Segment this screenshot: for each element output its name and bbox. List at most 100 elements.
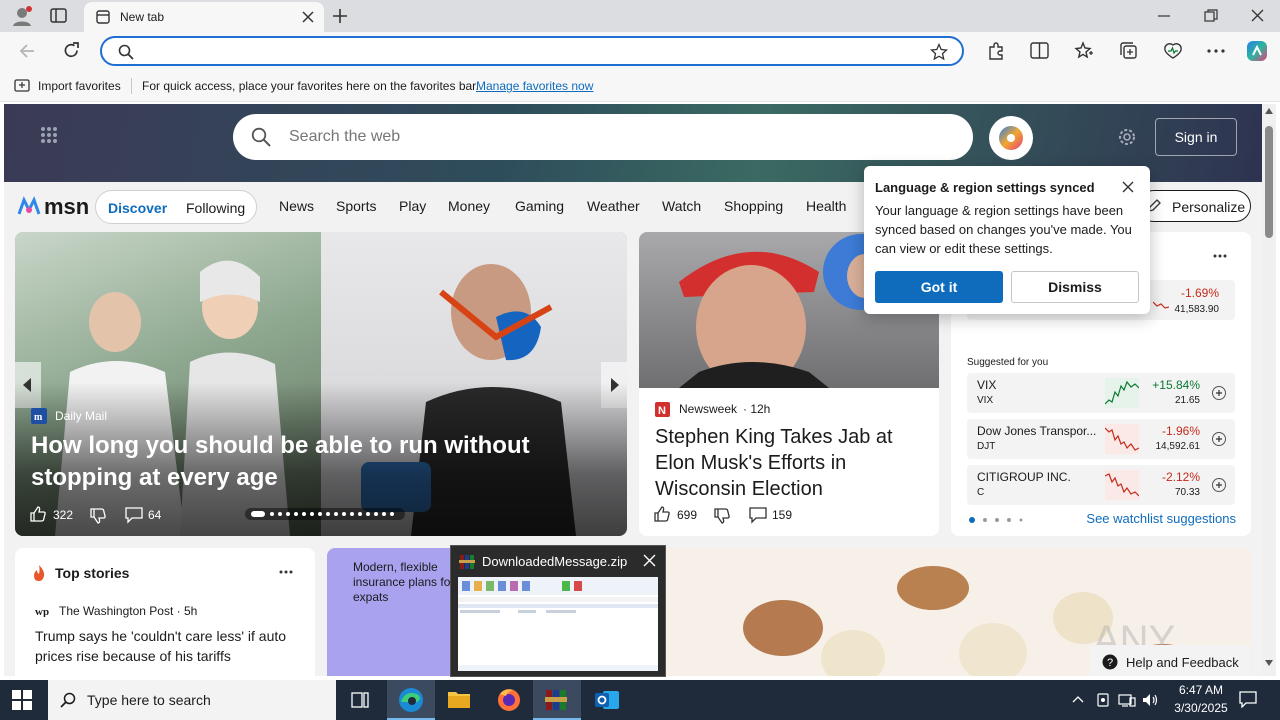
browser-essentials-icon[interactable] — [1163, 41, 1183, 61]
tab-actions-icon[interactable] — [50, 8, 68, 24]
see-watchlist-suggestions-link[interactable]: See watchlist suggestions — [1086, 511, 1236, 526]
page-scrollbar[interactable] — [1262, 104, 1276, 676]
extensions-icon[interactable] — [986, 41, 1006, 61]
index-change: -1.69% — [1180, 286, 1219, 300]
news-comments-count: 159 — [772, 508, 793, 522]
refresh-button[interactable] — [62, 41, 81, 60]
close-window-button[interactable] — [1251, 9, 1264, 22]
nav-health[interactable]: Health — [806, 198, 846, 214]
back-button[interactable] — [18, 42, 36, 60]
web-search-icon — [251, 127, 271, 147]
stock-row-djt[interactable]: Dow Jones Transpor... DJT -1.96% 14,592.… — [967, 419, 1235, 459]
copilot-icon[interactable] — [1245, 39, 1269, 63]
windows-start-icon[interactable] — [12, 690, 32, 710]
nav-watch[interactable]: Watch — [662, 198, 701, 214]
news-card-headline[interactable]: Stephen King Takes Jab at Elon Musk's Ef… — [655, 424, 925, 502]
stock-row-vix[interactable]: VIX VIX +15.84% 21.65 — [967, 373, 1235, 413]
network-icon[interactable] — [1118, 692, 1136, 708]
hero-like-icon[interactable] — [29, 505, 47, 523]
tab-new-tab[interactable]: New tab — [84, 2, 324, 32]
split-screen-icon[interactable] — [1030, 42, 1050, 60]
taskbar-file-explorer-icon[interactable] — [435, 680, 483, 720]
new-tab-page-icon — [96, 10, 110, 24]
taskbar-winrar-icon[interactable] — [533, 680, 581, 720]
web-search-box[interactable]: Search the web — [233, 114, 973, 160]
thumbnail-close-icon[interactable] — [643, 554, 656, 567]
stock-price: 21.65 — [1174, 395, 1200, 406]
scroll-down-icon[interactable] — [1265, 660, 1273, 666]
close-tab-icon[interactable] — [302, 11, 314, 23]
got-it-button[interactable]: Got it — [875, 271, 1003, 303]
watchlist-more-icon[interactable] — [1213, 254, 1227, 258]
watchlist-pager[interactable] — [969, 517, 1029, 523]
news-dislike-icon[interactable] — [713, 507, 731, 525]
help-feedback-label: Help and Feedback — [1126, 655, 1239, 670]
address-bar[interactable] — [100, 36, 964, 66]
msn-logo[interactable] — [16, 194, 42, 220]
add-favorite-star-icon[interactable] — [930, 43, 948, 61]
clock-time[interactable]: 6:47 AM — [1169, 683, 1233, 697]
add-to-watchlist-icon[interactable] — [1212, 478, 1226, 492]
settings-more-icon[interactable] — [1207, 49, 1225, 53]
minimize-button[interactable] — [1158, 10, 1170, 22]
profile-icon[interactable] — [10, 5, 34, 27]
import-favorites-button[interactable]: Import favorites — [38, 79, 121, 93]
tray-chevron-icon[interactable] — [1072, 694, 1084, 704]
stock-row-c[interactable]: CITIGROUP INC. C -2.12% 70.33 — [967, 465, 1235, 505]
taskbar-search-icon — [60, 692, 76, 708]
page-settings-gear-icon[interactable] — [1116, 126, 1138, 148]
restore-button[interactable] — [1204, 9, 1218, 23]
hero-carousel[interactable]: m Daily Mail How long you should be able… — [15, 232, 627, 536]
news-like-icon[interactable] — [653, 505, 671, 523]
top-stories-more-icon[interactable] — [279, 570, 293, 574]
index-sparkline — [1153, 298, 1169, 310]
tab-following[interactable]: Following — [186, 200, 245, 216]
taskbar-edge-icon[interactable] — [387, 680, 435, 720]
nav-sports[interactable]: Sports — [336, 198, 376, 214]
tab-discover[interactable]: Discover — [108, 200, 167, 216]
nav-play[interactable]: Play — [399, 198, 426, 214]
taskbar-search-box[interactable]: Type here to search — [48, 680, 336, 720]
carousel-pager[interactable] — [245, 508, 405, 520]
msn-logo-text: msn — [44, 194, 90, 219]
copilot-button[interactable] — [989, 116, 1033, 160]
nav-gaming[interactable]: Gaming — [515, 198, 564, 214]
add-to-watchlist-icon[interactable] — [1212, 432, 1226, 446]
taskbar-firefox-icon[interactable] — [485, 680, 533, 720]
add-to-watchlist-icon[interactable] — [1212, 386, 1226, 400]
volume-icon[interactable] — [1142, 692, 1160, 708]
flame-icon — [31, 564, 47, 582]
task-view-icon[interactable] — [336, 680, 384, 720]
nav-money[interactable]: Money — [448, 198, 490, 214]
personalize-button[interactable]: Personalize — [1138, 190, 1251, 222]
taskbar-outlook-icon[interactable] — [583, 680, 631, 720]
top-story-headline[interactable]: Trump says he 'couldn't care less' if au… — [35, 626, 303, 666]
sign-in-button[interactable]: Sign in — [1155, 118, 1237, 156]
hero-dislike-icon[interactable] — [89, 507, 107, 525]
new-tab-button[interactable] — [332, 8, 348, 24]
taskbar-thumbnail-preview[interactable]: DownloadedMessage.zip — [450, 545, 666, 677]
tray-device-icon[interactable] — [1096, 692, 1110, 708]
news-comment-icon[interactable] — [749, 506, 767, 524]
scroll-thumb[interactable] — [1265, 126, 1273, 238]
dismiss-button[interactable]: Dismiss — [1011, 271, 1139, 303]
hero-comment-icon[interactable] — [125, 506, 143, 524]
collections-icon[interactable] — [1119, 41, 1139, 61]
nav-weather[interactable]: Weather — [587, 198, 640, 214]
clock-date[interactable]: 3/30/2025 — [1164, 701, 1238, 715]
hero-headline[interactable]: How long you should be able to run witho… — [31, 430, 591, 494]
scroll-up-icon[interactable] — [1265, 108, 1273, 114]
taskbar-search-placeholder: Type here to search — [87, 692, 211, 708]
winrar-small-icon — [459, 554, 475, 570]
hero-likes-count: 322 — [53, 508, 74, 522]
nav-news[interactable]: News — [279, 198, 314, 214]
popup-close-icon[interactable] — [1122, 181, 1134, 193]
apps-grid-icon[interactable] — [40, 126, 58, 144]
nav-shopping[interactable]: Shopping — [724, 198, 783, 214]
suggested-label: Suggested for you — [967, 357, 1049, 368]
favorites-icon[interactable] — [1074, 41, 1094, 61]
help-feedback-button[interactable]: ? Help and Feedback — [1090, 645, 1250, 676]
notifications-icon[interactable] — [1239, 690, 1257, 708]
manage-favorites-link[interactable]: Manage favorites now — [476, 79, 593, 93]
favbar-divider — [131, 78, 132, 94]
